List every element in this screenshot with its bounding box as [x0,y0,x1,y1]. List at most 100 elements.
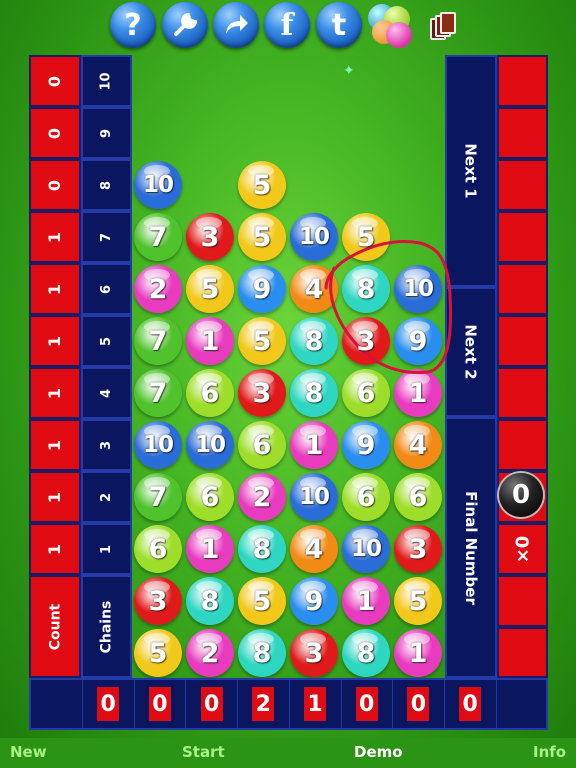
number-ball[interactable]: 6 [342,369,390,417]
ball-number: 6 [200,377,220,409]
number-ball[interactable]: 4 [290,525,338,573]
final-number-label: Final Number [462,490,481,605]
number-ball[interactable]: 10 [134,421,182,469]
final-number-ball: 0 [499,473,543,517]
number-ball[interactable]: 5 [238,577,286,625]
number-ball[interactable]: 3 [290,629,338,677]
count-cell: 1 [29,419,81,471]
number-ball[interactable]: 6 [394,473,442,521]
number-ball[interactable]: 8 [186,577,234,625]
number-ball[interactable]: 3 [342,317,390,365]
number-ball[interactable]: 3 [186,213,234,261]
number-ball[interactable]: 9 [290,577,338,625]
count-cell: 1 [29,315,81,367]
facebook-icon[interactable]: f [264,2,310,48]
number-ball[interactable]: 5 [394,577,442,625]
number-ball[interactable]: 6 [186,473,234,521]
number-ball[interactable]: 5 [134,629,182,677]
number-ball[interactable]: 7 [134,473,182,521]
number-ball[interactable]: 5 [186,265,234,313]
ball-number: 5 [408,585,428,617]
number-ball[interactable]: 8 [290,317,338,365]
chain-number-cell: 7 [81,211,132,263]
number-ball[interactable]: 6 [342,473,390,521]
column-count-value: 0 [200,687,223,721]
ball-number: 3 [304,637,324,669]
number-ball[interactable]: 1 [342,577,390,625]
number-ball[interactable]: 3 [394,525,442,573]
preview-slot [497,575,548,627]
number-ball[interactable]: 6 [186,369,234,417]
number-ball[interactable]: 5 [238,213,286,261]
nav-start[interactable]: Start [182,743,225,761]
number-ball[interactable]: 2 [238,473,286,521]
number-ball[interactable]: 10 [342,525,390,573]
number-ball[interactable]: 6 [134,525,182,573]
preview-slot [497,315,548,367]
number-ball[interactable]: 1 [290,421,338,469]
number-ball[interactable]: 4 [394,421,442,469]
chain-number-cell: 9 [81,107,132,159]
number-ball[interactable]: 5 [238,161,286,209]
ball-number: 3 [408,533,428,565]
number-ball[interactable]: 9 [342,421,390,469]
number-ball[interactable]: 7 [134,369,182,417]
number-ball[interactable]: 1 [186,317,234,365]
number-ball[interactable]: 8 [238,525,286,573]
number-ball[interactable]: 7 [134,213,182,261]
cards-icon[interactable] [428,12,458,42]
number-ball[interactable]: 1 [394,369,442,417]
nav-new[interactable]: New [10,743,47,761]
number-ball[interactable]: 10 [290,213,338,261]
number-ball[interactable]: 8 [342,265,390,313]
chain-number: 2 [98,492,114,502]
count-value: 0 [45,127,65,139]
number-ball[interactable]: 10 [134,161,182,209]
game-board: 10 5 7 3 5 10 5 2 5 9 4 8 10 7 1 5 8 3 9 7 6 3 8 6 1 10 10 6 1 9 4 7 6 2 1… [132,55,445,678]
number-ball[interactable]: 9 [238,265,286,313]
twitter-icon[interactable]: t [316,2,362,48]
ball-number: 4 [408,429,428,461]
game-center-icon[interactable] [368,4,414,50]
share-arrow-icon[interactable] [213,2,259,48]
number-ball[interactable]: 3 [134,577,182,625]
number-ball[interactable]: 1 [186,525,234,573]
preview-slot [497,627,548,678]
count-value: 1 [45,283,65,295]
wrench-icon[interactable] [162,2,208,48]
number-ball[interactable]: 10 [290,473,338,521]
number-ball[interactable]: 5 [238,317,286,365]
number-ball[interactable]: 8 [290,369,338,417]
ball-number: 7 [148,325,168,357]
number-ball[interactable]: 7 [134,317,182,365]
number-ball[interactable]: 9 [394,317,442,365]
ball-number: 8 [304,325,324,357]
chain-number: 4 [98,388,114,398]
number-ball[interactable]: 10 [186,421,234,469]
number-ball[interactable]: 2 [134,265,182,313]
help-icon[interactable]: ? [110,2,156,48]
nav-demo[interactable]: Demo [354,743,403,761]
chain-number-cell: 4 [81,367,132,419]
number-ball[interactable]: 4 [290,265,338,313]
number-ball[interactable]: 2 [186,629,234,677]
number-ball[interactable]: 3 [238,369,286,417]
column-count-value: 2 [252,687,275,721]
number-ball[interactable]: 6 [238,421,286,469]
number-ball[interactable]: 5 [342,213,390,261]
number-ball[interactable]: 8 [238,629,286,677]
ball-number: 3 [148,585,168,617]
number-ball[interactable]: 8 [342,629,390,677]
help-glyph: ? [124,7,142,43]
number-ball[interactable]: 10 [394,265,442,313]
number-ball[interactable]: 1 [394,629,442,677]
column-count-value: 0 [355,687,378,721]
ball-number: 5 [200,273,220,305]
ball-number: 1 [408,377,428,409]
ball-number: 6 [148,533,168,565]
nav-info[interactable]: Info [533,743,566,761]
column-count-cell: 2 [238,680,290,728]
ball-number: 7 [148,481,168,513]
ball-number: 10 [350,536,382,562]
preview-slot [497,211,548,263]
